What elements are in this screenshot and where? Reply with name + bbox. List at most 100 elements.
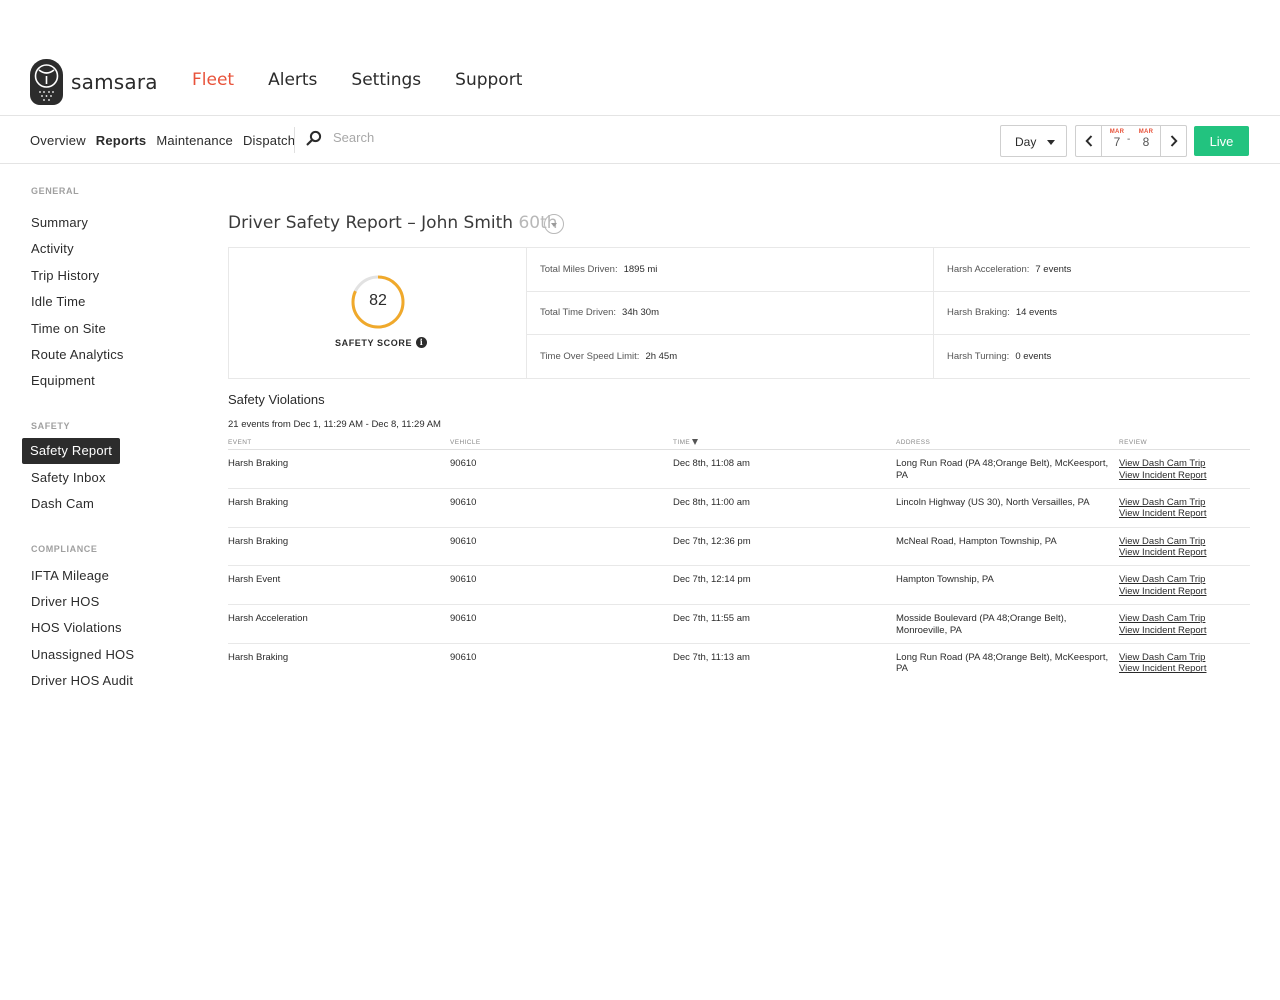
- stat-label: Time Over Speed Limit:: [540, 351, 640, 363]
- cell-vehicle: 90610: [450, 651, 477, 663]
- sidebar-item-idle-time[interactable]: Idle Time: [22, 289, 192, 315]
- page-title: Driver Safety Report – John Smith 60th: [228, 213, 558, 233]
- tab-overview[interactable]: Overview: [30, 133, 86, 148]
- sidebar-item-equipment[interactable]: Equipment: [22, 368, 192, 394]
- sidebar-item-unassigned-hos[interactable]: Unassigned HOS: [22, 642, 192, 668]
- cell-time: Dec 7th, 12:36 pm: [673, 535, 751, 547]
- view-incident-report-link[interactable]: View Incident Report: [1119, 663, 1250, 675]
- search-input[interactable]: [333, 130, 533, 145]
- driver-dropdown-button[interactable]: [544, 214, 564, 234]
- table-row: Harsh Braking 90610 Dec 7th, 11:13 am Long …: [228, 644, 1250, 683]
- cell-review: View Dash Cam Trip View Incident Report: [1119, 458, 1250, 481]
- nav-alerts[interactable]: Alerts: [268, 70, 317, 90]
- start-date[interactable]: MAR 7: [1107, 129, 1127, 148]
- view-incident-report-link[interactable]: View Incident Report: [1119, 470, 1250, 482]
- sidebar-item-hos-violations[interactable]: HOS Violations: [22, 615, 192, 641]
- cell-review: View Dash Cam Trip View Incident Report: [1119, 652, 1250, 675]
- top-header: samsara Fleet Alerts Settings Support: [0, 0, 1280, 116]
- cell-vehicle: 90610: [450, 458, 477, 469]
- summary-panel: 82 SAFETY SCORE i Total Miles Driven: 18…: [228, 247, 1250, 379]
- table-row: Harsh Braking 90610 Dec 7th, 12:36 pm McNea…: [228, 528, 1250, 567]
- column-header-review[interactable]: REVIEW: [1119, 439, 1250, 446]
- date-separator: -: [1127, 134, 1131, 145]
- sub-header: Overview Reports Maintenance Dispatch Da…: [0, 116, 1280, 164]
- stat-harsh-turning: Harsh Turning: 0 events: [934, 335, 1250, 379]
- cell-time: Dec 7th, 12:14 pm: [673, 574, 751, 586]
- view-dash-cam-trip-link[interactable]: View Dash Cam Trip: [1119, 652, 1250, 664]
- sidebar-item-trip-history[interactable]: Trip History: [22, 263, 192, 289]
- column-header-event[interactable]: EVENT: [228, 439, 448, 446]
- sidebar-item-route-analytics[interactable]: Route Analytics: [22, 342, 192, 368]
- view-incident-report-link[interactable]: View Incident Report: [1119, 547, 1250, 559]
- cell-vehicle: 90610: [450, 496, 477, 508]
- view-incident-report-link[interactable]: View Incident Report: [1119, 625, 1250, 637]
- cell-time: Dec 7th, 11:13 am: [673, 651, 750, 663]
- sidebar-item-ifta-mileage[interactable]: IFTA Mileage: [22, 563, 192, 589]
- cell-time: Dec 7th, 11:55 am: [673, 613, 750, 625]
- report-title-text: Driver Safety Report – John Smith: [228, 213, 514, 233]
- next-date-button[interactable]: [1160, 126, 1186, 156]
- view-dash-cam-trip-link[interactable]: View Dash Cam Trip: [1119, 574, 1250, 586]
- cell-address: Long Run Road (PA 48;Orange Belt), McKee…: [896, 651, 1109, 675]
- cell-event: Harsh Braking: [228, 496, 289, 508]
- violations-heading: Safety Violations: [228, 392, 325, 407]
- cell-address: Hampton Township, PA: [896, 574, 994, 586]
- chevron-right-icon: [1170, 135, 1178, 147]
- nav-settings[interactable]: Settings: [351, 70, 421, 90]
- view-incident-report-link[interactable]: View Incident Report: [1119, 586, 1250, 598]
- stat-total-miles: Total Miles Driven: 1895 mi: [527, 248, 934, 292]
- sidebar-item-summary[interactable]: Summary: [22, 210, 192, 236]
- view-dash-cam-trip-link[interactable]: View Dash Cam Trip: [1119, 497, 1250, 509]
- stat-value: 0 events: [1015, 351, 1052, 363]
- cell-vehicle: 90610: [450, 535, 477, 547]
- sidebar: GENERAL Summary Activity Trip History Id…: [22, 186, 192, 694]
- cell-review: View Dash Cam Trip View Incident Report: [1119, 497, 1250, 520]
- start-day: 7: [1113, 135, 1121, 149]
- column-header-time[interactable]: TIME: [673, 439, 893, 446]
- stat-harsh-acceleration: Harsh Acceleration: 7 events: [934, 248, 1250, 292]
- nav-support[interactable]: Support: [455, 70, 522, 90]
- sidebar-item-time-on-site[interactable]: Time on Site: [22, 316, 192, 342]
- stat-label: Harsh Turning:: [947, 351, 1010, 363]
- violations-table: EVENT VEHICLE TIME ADDRESS REVIEW Harsh …: [228, 436, 1250, 683]
- info-icon[interactable]: i: [416, 337, 428, 348]
- sidebar-item-driver-hos-audit[interactable]: Driver HOS Audit: [22, 668, 192, 694]
- sidebar-item-safety-report[interactable]: Safety Report: [22, 437, 121, 464]
- cell-address: McNeal Road, Hampton Township, PA: [896, 535, 1057, 547]
- tab-reports[interactable]: Reports: [96, 133, 147, 148]
- main-nav: Fleet Alerts Settings Support: [192, 70, 556, 90]
- cell-address: Mosside Boulevard (PA 48;Orange Belt), M…: [896, 613, 1067, 636]
- safety-score-card: 82 SAFETY SCORE i: [228, 248, 527, 378]
- previous-date-button[interactable]: [1076, 126, 1102, 156]
- chevron-left-icon: [1084, 135, 1092, 147]
- end-date[interactable]: MAR 8: [1136, 129, 1156, 148]
- sidebar-item-driver-hos[interactable]: Driver HOS: [22, 589, 192, 615]
- column-header-vehicle[interactable]: VEHICLE: [450, 439, 670, 446]
- view-dash-cam-trip-link[interactable]: View Dash Cam Trip: [1119, 613, 1250, 625]
- tab-dispatch[interactable]: Dispatch: [243, 133, 295, 148]
- tab-maintenance[interactable]: Maintenance: [156, 133, 233, 148]
- sidebar-item-activity[interactable]: Activity: [22, 236, 192, 262]
- table-row: Harsh Braking 90610 Dec 8th, 11:08 am Long …: [228, 450, 1250, 489]
- search-icon[interactable]: [306, 130, 322, 146]
- period-select[interactable]: Day: [1000, 125, 1067, 157]
- sidebar-item-dash-cam[interactable]: Dash Cam: [22, 491, 192, 517]
- view-incident-report-link[interactable]: View Incident Report: [1119, 508, 1250, 520]
- nav-fleet[interactable]: Fleet: [192, 70, 234, 90]
- cell-address: Lincoln Highway (US 30), North Versaille…: [896, 496, 1090, 508]
- column-header-address[interactable]: ADDRESS: [896, 439, 1111, 446]
- stat-label: Total Miles Driven:: [540, 263, 618, 275]
- view-dash-cam-trip-link[interactable]: View Dash Cam Trip: [1119, 536, 1250, 548]
- live-button[interactable]: Live: [1194, 126, 1249, 156]
- table-row: Harsh Acceleration 90610 Dec 7th, 11:55 am…: [228, 605, 1250, 644]
- view-dash-cam-trip-link[interactable]: View Dash Cam Trip: [1119, 458, 1250, 470]
- stat-value: 2h 45m: [645, 351, 678, 363]
- samsara-logo[interactable]: samsara: [30, 59, 158, 105]
- sidebar-item-safety-inbox[interactable]: Safety Inbox: [22, 465, 192, 491]
- caret-down-icon: [1047, 140, 1055, 145]
- table-row: Harsh Event 90610 Dec 7th, 12:14 pm Hampton…: [228, 566, 1250, 606]
- cell-event: Harsh Braking: [228, 535, 289, 547]
- stat-value: 14 events: [1015, 307, 1058, 319]
- cell-review: View Dash Cam Trip View Incident Report: [1119, 536, 1250, 559]
- stat-total-time: Total Time Driven: 34h 30m: [527, 291, 934, 335]
